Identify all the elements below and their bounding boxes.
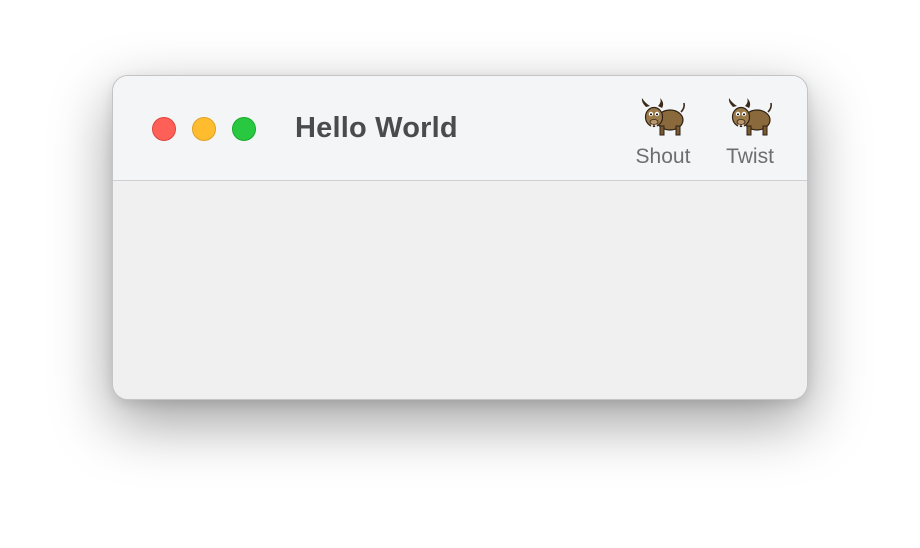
toolbar-item-label: Twist <box>726 145 774 168</box>
app-window: Hello World Shout Twist <box>112 75 808 400</box>
zoom-button[interactable] <box>232 117 256 141</box>
toolbar-item-label: Shout <box>635 145 691 168</box>
yak-icon <box>728 98 772 136</box>
minimize-button[interactable] <box>192 117 216 141</box>
yak-icon <box>641 98 685 136</box>
toolbar-item-twist[interactable]: Twist <box>715 98 785 178</box>
toolbar-item-shout[interactable]: Shout <box>628 98 698 178</box>
window-title: Hello World <box>295 112 458 144</box>
title-bar[interactable]: Hello World Shout Twist <box>113 76 807 181</box>
window-content <box>113 181 807 399</box>
close-button[interactable] <box>152 117 176 141</box>
